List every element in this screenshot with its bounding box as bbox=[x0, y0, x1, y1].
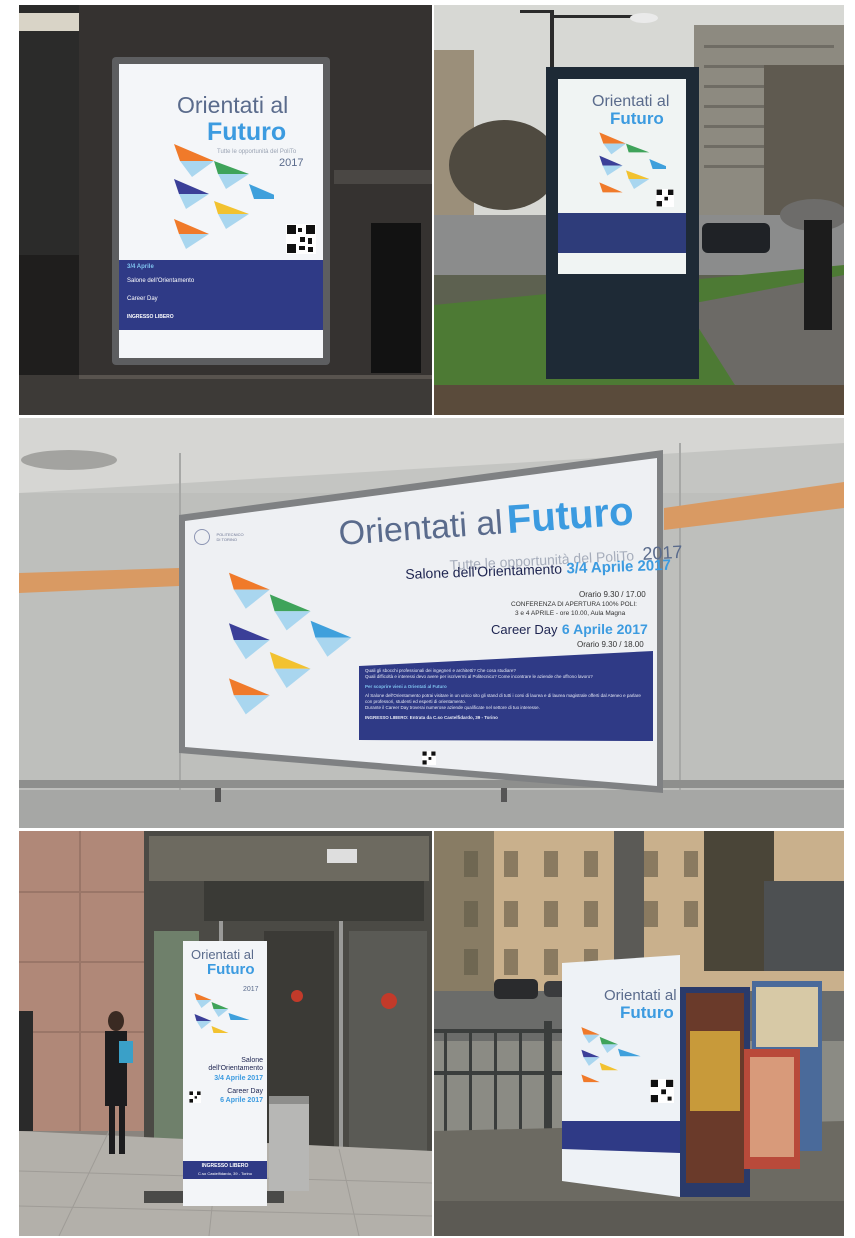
billboard-content: POLITECNICO DI TORINO Orientati al Futur… bbox=[19, 418, 844, 828]
band-paragraph2: Durante il Career Day troverai numerose … bbox=[365, 705, 540, 710]
newsstand-arrow-graphic bbox=[581, 1027, 641, 1083]
billboard-event2-name: Career Day bbox=[491, 622, 558, 637]
poster-event2-name: Career Day bbox=[127, 296, 158, 302]
photo-newsstand: Orientati al Futuro bbox=[434, 831, 844, 1236]
totem-title-line1: Orientati al bbox=[191, 947, 254, 962]
photo-entrance-totem: Orientati al Futuro 2017 Salone dell'Ori… bbox=[19, 831, 432, 1236]
totem-entry-address: C.so Castelfidardo, 39 - Torino bbox=[198, 1171, 252, 1176]
band-question2: Quali difficoltà e interessi devo avere … bbox=[365, 674, 593, 679]
totem-arrow-graphic bbox=[194, 993, 250, 1033]
totem-entry-short: INGRESSO LIBERO bbox=[201, 1163, 249, 1169]
kiosk-title-line2: Futuro bbox=[610, 109, 664, 128]
billboard-event1-conf2: 3 e 4 APRILE - ore 10.00, Aula Magna bbox=[515, 610, 626, 617]
poster-event1-short-date: 3/4 Aprile bbox=[127, 264, 154, 270]
billboard-title-line1: Orientati al bbox=[337, 503, 505, 553]
poster-year: 2017 bbox=[279, 157, 304, 169]
billboard-title-line2: Futuro bbox=[505, 489, 635, 543]
billboard-event2-hours: Orario 9.30 / 18.00 bbox=[577, 640, 644, 649]
totem-title-line2: Futuro bbox=[207, 961, 255, 978]
billboard-event1-dates: 3/4 Aprile 2017 bbox=[566, 556, 672, 578]
billboard-title: Orientati al Futuro bbox=[337, 489, 635, 555]
billboard-event2: Career Day 6 Aprile 2017 bbox=[491, 621, 648, 639]
billboard-band-text: Quali gli sbocchi professionali dei inge… bbox=[365, 668, 645, 721]
band-paragraph1: Al Salone dell'Orientamento potrai visit… bbox=[365, 693, 641, 704]
totem-event1-dates: 3/4 Aprile 2017 bbox=[214, 1075, 263, 1082]
newsstand-title-line2: Futuro bbox=[620, 1003, 674, 1022]
billboard-event1-name: Salone dell'Orientamento bbox=[405, 560, 563, 582]
qr-code-graphic bbox=[286, 224, 316, 254]
band-entry-line: INGRESSO LIBERO: Entrata da C.so Castelf… bbox=[365, 715, 498, 720]
poster-event1-name: Salone dell'Orientamento bbox=[127, 278, 195, 284]
billboard-logo: POLITECNICO DI TORINO bbox=[194, 528, 244, 546]
billboard-arrow-graphic bbox=[229, 572, 352, 715]
poster-title-line1: Orientati al bbox=[177, 92, 289, 118]
billboard-event1-hours: Orario 9.30 / 17.00 bbox=[579, 590, 646, 599]
newsstand-qr-code bbox=[650, 1079, 674, 1103]
kiosk-qr-code bbox=[656, 189, 674, 207]
newsstand-poster-text: Orientati al Futuro bbox=[562, 955, 680, 1195]
kiosk-poster-text: Orientati al Futuro bbox=[558, 79, 686, 274]
lightbox-poster-text: Orientati al Futuro Tutte le opportunità… bbox=[119, 64, 323, 358]
totem-event1-name: Salone dell'Orientamento bbox=[208, 1057, 263, 1072]
band-heading: Per scoprire vieni a Orientati al Futuro bbox=[365, 684, 447, 689]
totem-qr-code bbox=[189, 1091, 201, 1103]
billboard-event1-conf1: CONFERENZA DI APERTURA 100% POLI: bbox=[511, 601, 637, 608]
logo-line2: DI TORINO bbox=[216, 536, 237, 542]
billboard-event2-date: 6 Aprile 2017 bbox=[561, 621, 648, 637]
totem-text: Orientati al Futuro 2017 Salone dell'Ori… bbox=[183, 941, 267, 1206]
photo-street-kiosk: Orientati al Futuro bbox=[434, 5, 844, 415]
arrow-logo-graphic bbox=[174, 144, 274, 249]
kiosk-arrow-graphic bbox=[599, 132, 666, 193]
poster-entry-short: INGRESSO LIBERO bbox=[127, 314, 174, 320]
billboard-event1: Salone dell'Orientamento 3/4 Aprile 2017 bbox=[405, 557, 671, 584]
photo-lightbox-indoor: Orientati al Futuro Tutte le opportunità… bbox=[19, 5, 432, 415]
billboard-qr-code bbox=[422, 751, 436, 765]
photo-wall-billboard: POLITECNICO DI TORINO Orientati al Futur… bbox=[19, 418, 844, 828]
newsstand-title-line1: Orientati al bbox=[604, 987, 677, 1004]
